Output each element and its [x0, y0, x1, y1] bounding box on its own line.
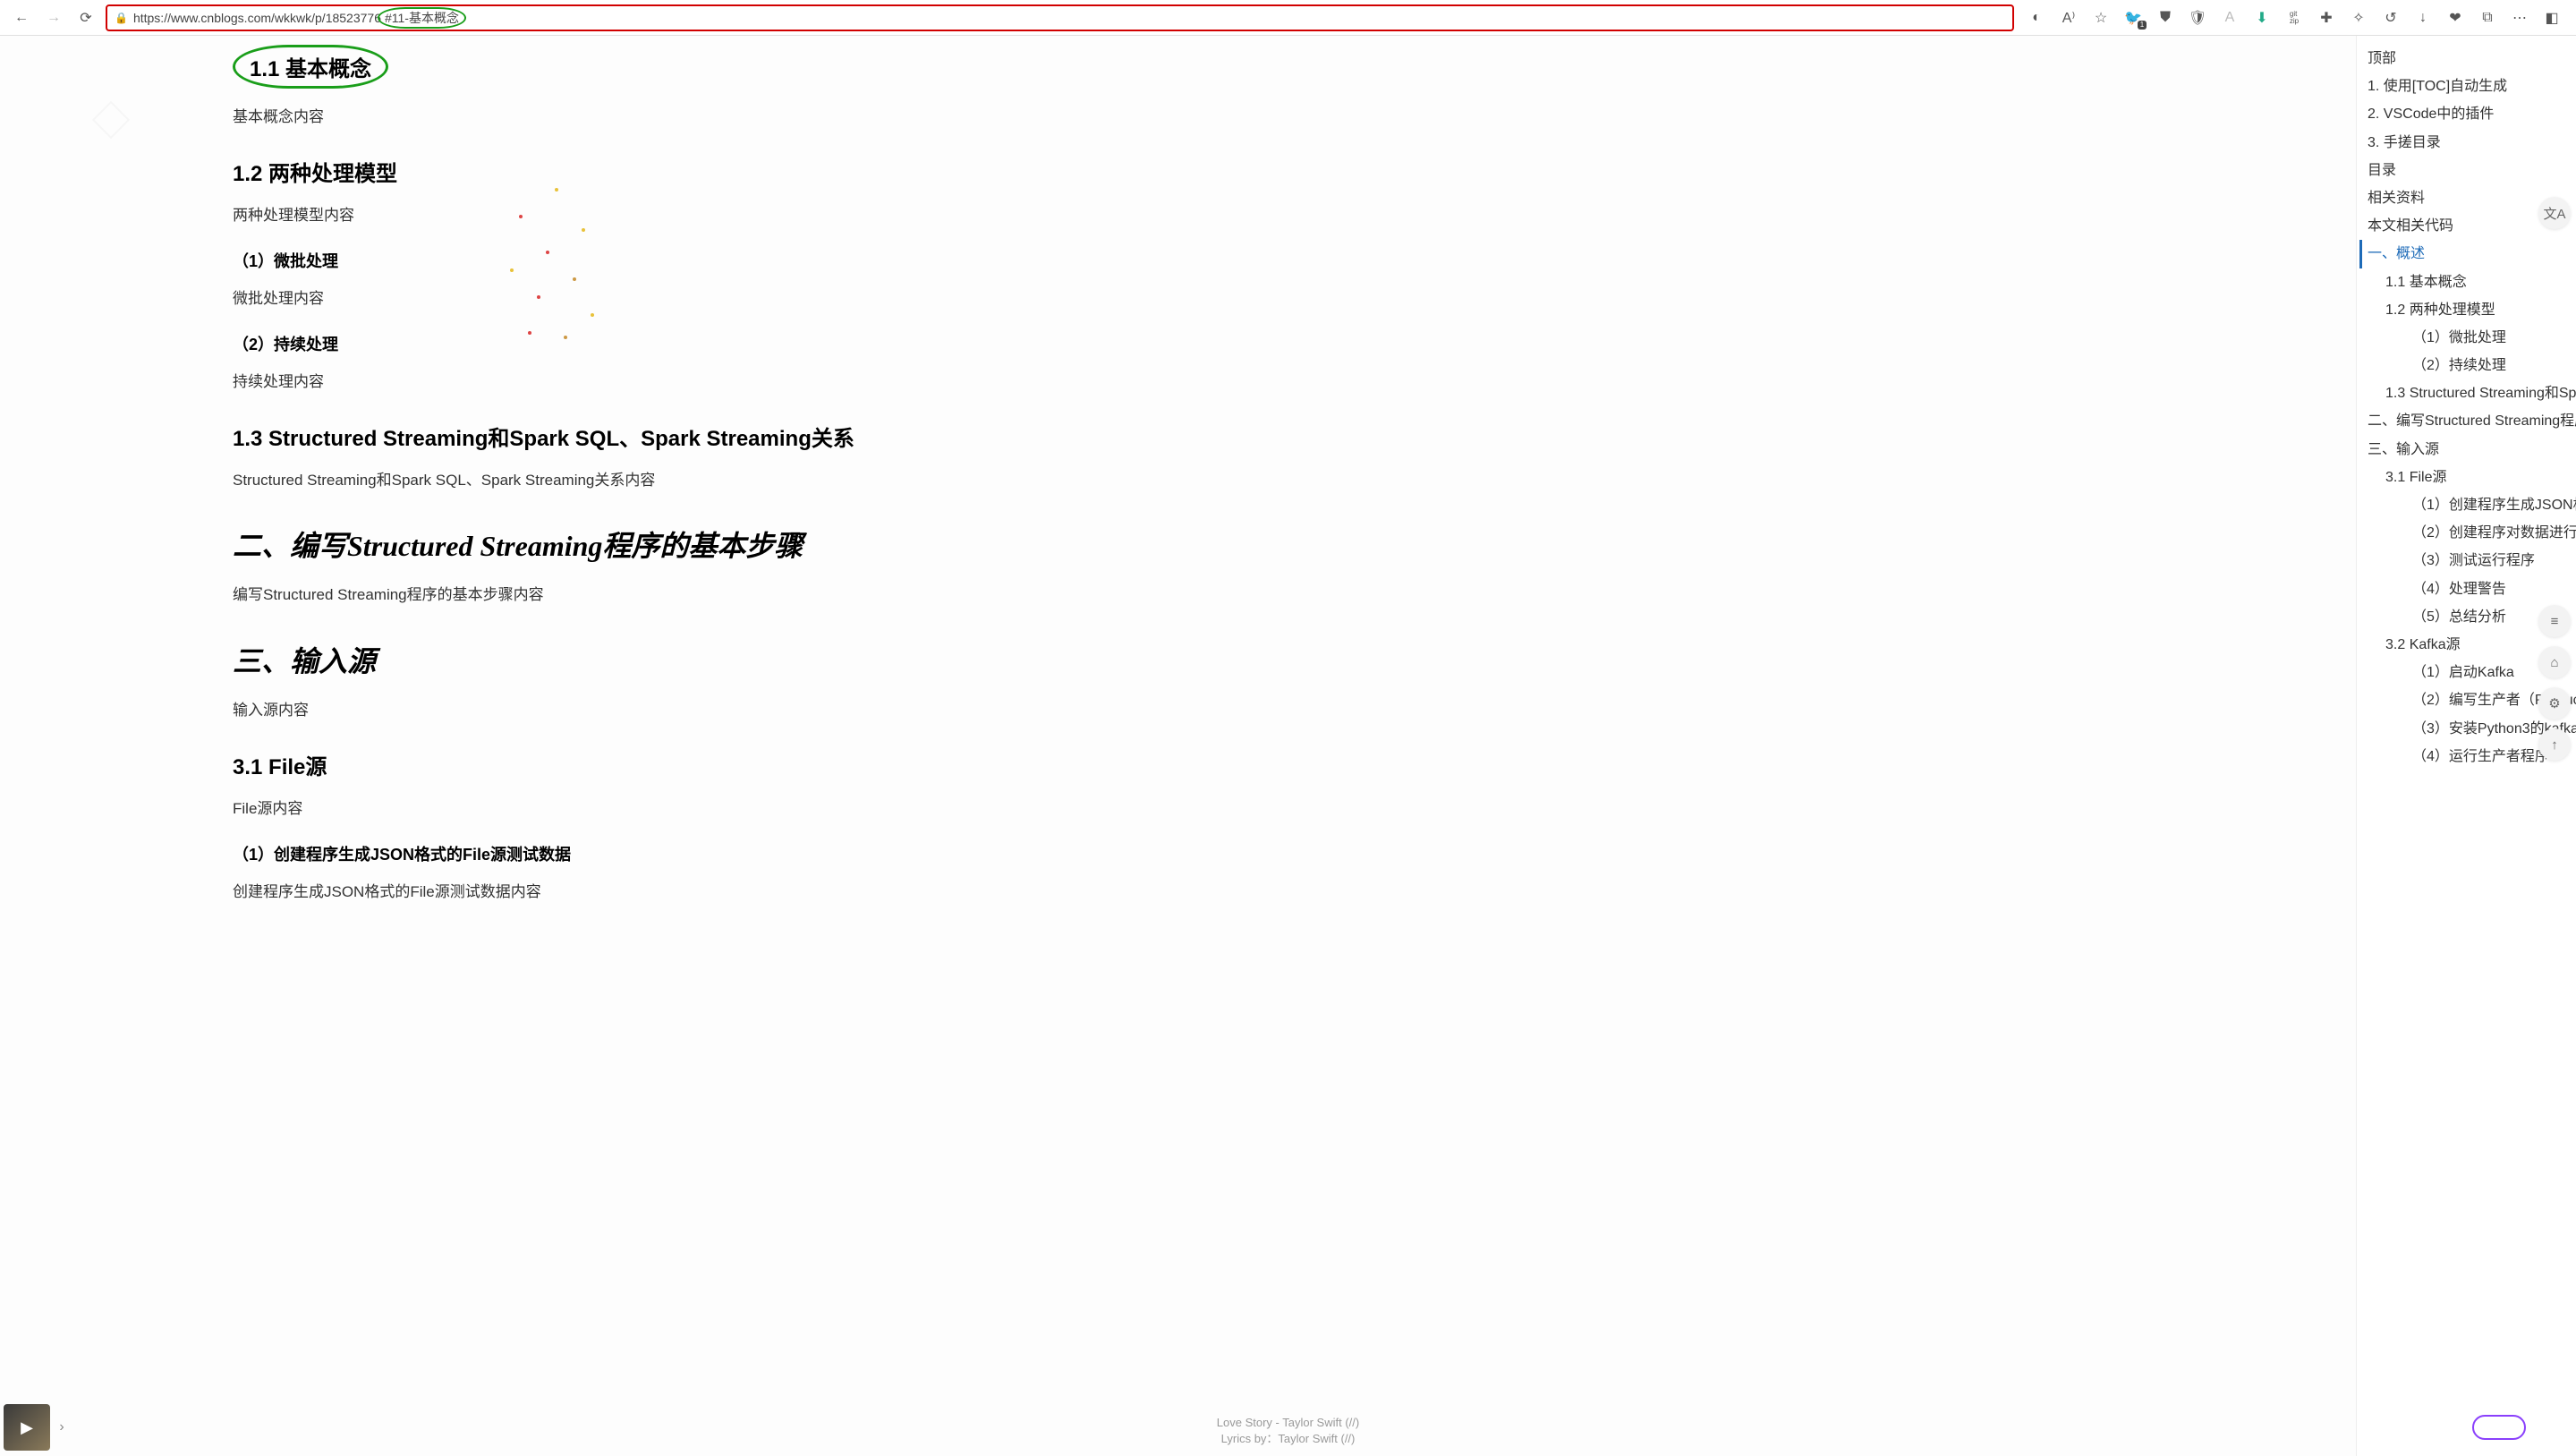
heading-3: 三、输入源	[233, 639, 1056, 680]
favorite-icon[interactable]: ☆	[2091, 8, 2111, 28]
toc-item[interactable]: 3. 手搓目录	[2368, 129, 2576, 157]
music-play-button[interactable]: ▶	[4, 1404, 50, 1451]
music-next-button[interactable]: ›	[54, 1404, 70, 1451]
music-title: Love Story - Taylor Swift (//)	[1217, 1415, 1359, 1431]
music-info: Love Story - Taylor Swift (//) Lyrics by…	[1217, 1415, 1359, 1447]
floating-buttons: 文A ≡ ⌂ ⚙ ↑	[2538, 197, 2571, 761]
url-text: https://www.cnblogs.com/wkkwk/p/18523776…	[133, 7, 466, 29]
ext-heart-icon[interactable]: ❤	[2445, 8, 2465, 28]
screenshot-icon[interactable]: ⧉	[2478, 8, 2497, 28]
heading-1-2-1: （1）微批处理	[233, 249, 1056, 272]
address-bar[interactable]: 🔒 https://www.cnblogs.com/wkkwk/p/185237…	[106, 4, 2014, 31]
para-3-1: File源内容	[233, 796, 1056, 822]
background-decoration	[0, 36, 268, 170]
forward-button[interactable]: →	[41, 5, 66, 30]
downloads-icon[interactable]: ↓	[2413, 8, 2433, 28]
para-1-2-1: 微批处理内容	[233, 286, 1056, 312]
para-1-1: 基本概念内容	[233, 105, 1056, 131]
para-3-1-1: 创建程序生成JSON格式的File源测试数据内容	[233, 880, 1056, 906]
history-icon[interactable]: ↺	[2381, 8, 2401, 28]
heading-3-1-1: （1）创建程序生成JSON格式的File源测试数据	[233, 842, 1056, 865]
ext-bird-icon[interactable]: 🐦	[2123, 8, 2143, 28]
para-1-2-2: 持续处理内容	[233, 370, 1056, 396]
para-1-2: 两种处理模型内容	[233, 203, 1056, 229]
browser-toolbar: ← → ⟳ 🔒 https://www.cnblogs.com/wkkwk/p/…	[0, 0, 2576, 36]
ext-a-icon[interactable]: A	[2220, 8, 2240, 28]
toc-item[interactable]: 2. VSCode中的插件	[2368, 100, 2576, 128]
settings-button[interactable]: ⚙	[2538, 687, 2571, 719]
music-lyrics: Lyrics by：Taylor Swift (//)	[1217, 1431, 1359, 1447]
para-1-3: Structured Streaming和Spark SQL、Spark Str…	[233, 468, 1056, 494]
heading-1-2-2: （2）持续处理	[233, 332, 1056, 355]
ext-shield2-icon[interactable]: 🛡	[2188, 8, 2207, 28]
heading-2: 二、编写Structured Streaming程序的基本步骤	[233, 524, 1056, 565]
heading-1-2: 1.2 两种处理模型	[233, 156, 1056, 187]
ext-shield1-icon[interactable]: ⛊	[2155, 8, 2175, 28]
heading-1-3: 1.3 Structured Streaming和Spark SQL、Spark…	[233, 421, 1056, 452]
toc-item[interactable]: 目录	[2368, 157, 2576, 184]
edge-icon[interactable]: ◐	[2027, 8, 2046, 28]
back-button[interactable]: ←	[9, 5, 34, 30]
heading-3-1: 3.1 File源	[233, 749, 1056, 780]
toolbar-icons: ◐ A⁾ ☆ 🐦 ⛊ 🛡 A ⬇ git zip ✚ ✧ ↺ ↓ ❤ ⧉ ⋯ ◧	[2021, 8, 2567, 28]
scroll-top-button[interactable]: ↑	[2538, 728, 2571, 761]
favorites-bar-icon[interactable]: ✧	[2349, 8, 2368, 28]
toc-item[interactable]: 1. 使用[TOC]自动生成	[2368, 72, 2576, 100]
heading-1-1: 1.1 基本概念	[233, 45, 388, 89]
music-player: ▶ ›	[4, 1404, 70, 1451]
article-content: 1.1 基本概念 基本概念内容 1.2 两种处理模型 两种处理模型内容 （1）微…	[0, 36, 2356, 1456]
para-2: 编写Structured Streaming程序的基本步骤内容	[233, 583, 1056, 609]
ext-gitzip-icon[interactable]: git zip	[2284, 8, 2304, 28]
lock-icon: 🔒	[115, 12, 128, 24]
toc-toggle-button[interactable]: ≡	[2538, 605, 2571, 637]
read-aloud-icon[interactable]: A⁾	[2059, 8, 2079, 28]
ext-download-icon[interactable]: ⬇	[2252, 8, 2272, 28]
more-icon[interactable]: ⋯	[2510, 8, 2529, 28]
refresh-button[interactable]: ⟳	[73, 5, 98, 30]
toc-item[interactable]: 顶部	[2368, 45, 2576, 72]
translate-button[interactable]: 文A	[2538, 197, 2571, 229]
sidebar-icon[interactable]: ◧	[2542, 8, 2562, 28]
home-button[interactable]: ⌂	[2538, 646, 2571, 678]
extensions-icon[interactable]: ✚	[2317, 8, 2336, 28]
purple-pill-button[interactable]	[2472, 1415, 2526, 1440]
para-3: 输入源内容	[233, 698, 1056, 724]
